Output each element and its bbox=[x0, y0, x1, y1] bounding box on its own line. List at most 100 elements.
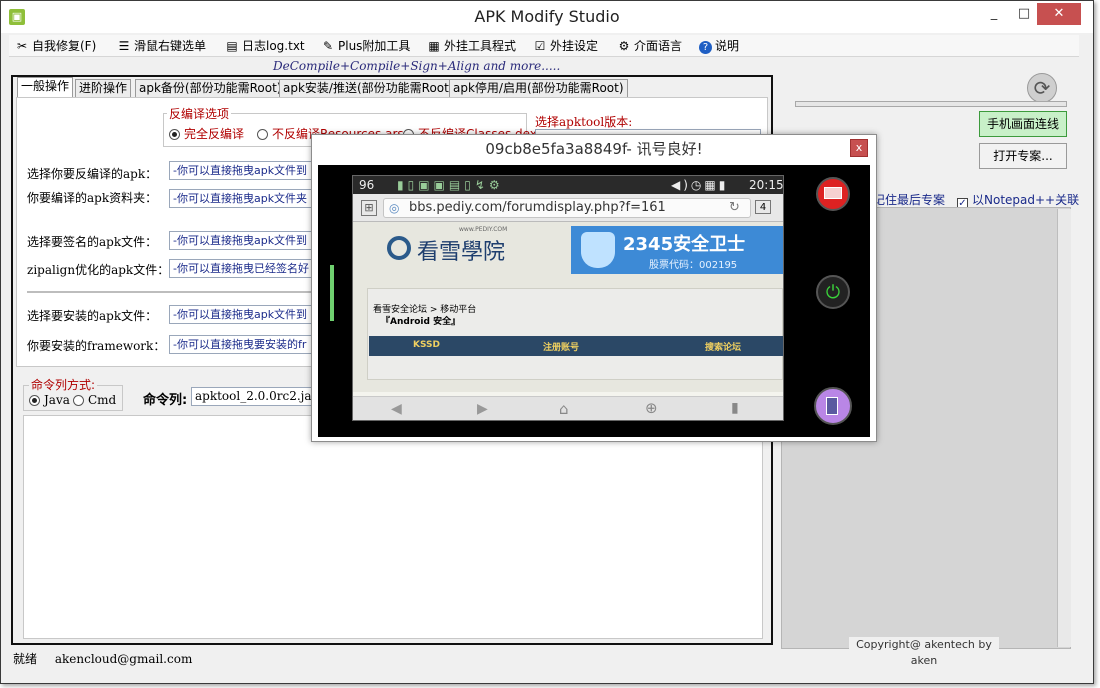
ad-banner[interactable]: 2345安全卫士 股票代码：002195 bbox=[571, 226, 783, 274]
compile-folder-input[interactable]: -你可以直接拖曳apk文件夹 bbox=[169, 189, 315, 208]
notification-icons: ▮▯▣▣▤▯↯⚙ bbox=[397, 178, 504, 192]
status-state: 就绪 bbox=[13, 652, 38, 666]
help-icon: ? bbox=[699, 41, 712, 54]
bookmark-icon[interactable]: ▮ bbox=[731, 400, 739, 416]
radio-selected-icon bbox=[169, 129, 180, 140]
gear-icon: ⚙ bbox=[618, 39, 630, 53]
status-icons: ◀)◷▦▮ bbox=[671, 178, 729, 192]
compile-folder-label: 你要编译的apk资料夹： bbox=[27, 191, 158, 205]
menu-log[interactable]: ▤ 日志log.txt bbox=[225, 37, 304, 55]
open-project-button[interactable]: 打开专案... bbox=[979, 143, 1067, 169]
banner-subtitle: 股票代码：002195 bbox=[649, 260, 738, 271]
menu-help[interactable]: ? 说明 bbox=[699, 37, 739, 55]
app-subtitle: DeCompile+Compile+Sign+Align and more...… bbox=[273, 59, 561, 73]
nav-register[interactable]: 注册账号 bbox=[543, 340, 579, 353]
tab-general[interactable]: 一般操作 bbox=[17, 77, 74, 97]
menu-language[interactable]: ⚙ 介面语言 bbox=[617, 37, 682, 55]
radio-icon bbox=[257, 129, 268, 140]
command-line-label: 命令列: bbox=[143, 393, 188, 408]
sign-apk-input[interactable]: -你可以直接拖曳apk文件到 bbox=[169, 231, 315, 250]
apktool-version-label: 选择apktool版本: bbox=[535, 115, 633, 129]
remember-project-label[interactable]: 记住最后专案 bbox=[873, 191, 945, 208]
dialog-title: 09cb8e5fa3a8849f- 讯号良好! bbox=[485, 140, 703, 158]
web-content: 看雪學院 www.PEDIY.COM 2345安全卫士 股票代码：002195 … bbox=[353, 222, 783, 392]
framework-input[interactable]: -你可以直接拖曳要安装的fr bbox=[169, 335, 315, 354]
right-panel-scrollbar[interactable] bbox=[1057, 209, 1071, 647]
breadcrumb-section[interactable]: 『Android 安全』 bbox=[381, 314, 460, 327]
phone-connect-button[interactable]: 手机画面连线 bbox=[979, 111, 1067, 137]
site-domain: www.PEDIY.COM bbox=[459, 226, 508, 233]
tab-disable[interactable]: apk停用/启用(部份功能需Root) bbox=[449, 79, 628, 97]
menu-self-repair[interactable]: ✂ 自我修复(F) bbox=[15, 37, 96, 55]
document-icon: ▤ bbox=[226, 39, 238, 53]
decompile-apk-label: 选择你要反编译的apk： bbox=[27, 167, 158, 181]
minimize-button[interactable]: _ bbox=[977, 3, 1011, 25]
phone-screen[interactable]: 96 ▮▯▣▣▤▯↯⚙ ◀)◷▦▮ 20:15 ⊞ ◎ bbs.pediy.co… bbox=[352, 175, 784, 421]
refresh-icon[interactable]: ⟳ bbox=[1027, 73, 1057, 103]
phone-soft-keys: ↩ ⌂ ≡ bbox=[783, 176, 784, 421]
nav-search[interactable]: 搜索论坛 bbox=[705, 340, 741, 353]
url-text: bbs.pediy.com/forumdisplay.php?f=161 bbox=[409, 200, 666, 215]
menu-plus-tools[interactable]: ✎ Plus附加工具 bbox=[321, 37, 410, 55]
output-console[interactable] bbox=[23, 415, 763, 639]
radio-selected-icon bbox=[29, 395, 40, 406]
globe-icon: ◎ bbox=[389, 201, 400, 215]
decompile-group-label: 反编译选项 bbox=[167, 105, 232, 122]
mode-cmd[interactable]: Cmd bbox=[73, 393, 116, 407]
sign-apk-label: 选择要签名的apk文件： bbox=[27, 235, 158, 249]
status-bar: 就绪 akencloud@gmail.com bbox=[9, 649, 1091, 669]
volume-indicator bbox=[330, 265, 334, 321]
nav-kssd[interactable]: KSSD bbox=[413, 340, 440, 350]
shield-icon bbox=[581, 232, 615, 268]
framework-label: 你要安装的framework： bbox=[27, 339, 166, 353]
tab-count-icon[interactable]: 4 bbox=[755, 200, 771, 214]
zipalign-apk-input[interactable]: -你可以直接拖曳已经签名好 bbox=[169, 259, 315, 278]
envelope-icon bbox=[824, 187, 842, 199]
browser-nav-bar: ◀ ▶ ⌂ ⊕ ▮ bbox=[353, 396, 783, 420]
home-icon[interactable]: ⌂ bbox=[559, 400, 569, 418]
tab-install[interactable]: apk安装/推送(部份功能需Root) bbox=[279, 79, 458, 97]
decompile-apk-input[interactable]: -你可以直接拖曳apk文件到 bbox=[169, 161, 315, 180]
phone-status-bar: 96 ▮▯▣▣▤▯↯⚙ ◀)◷▦▮ 20:15 bbox=[353, 176, 783, 194]
device-screen-dialog: 09cb8e5fa3a8849f- 讯号良好! x 96 ▮▯▣▣▤▯↯⚙ ◀)… bbox=[311, 134, 877, 442]
menu-bar: ✂ 自我修复(F) ☰ 滑鼠右键选单 ▤ 日志log.txt ✎ Plus附加工具 ▦ 外… bbox=[9, 35, 1079, 57]
phone-time: 20:15 bbox=[749, 178, 784, 192]
site-logo-icon bbox=[387, 236, 411, 260]
zipalign-apk-label: zipalign优化的apk文件： bbox=[27, 263, 170, 277]
close-button[interactable]: ✕ bbox=[1037, 3, 1081, 25]
menu-plugin-settings[interactable]: ☑ 外挂设定 bbox=[533, 37, 598, 55]
title-bar[interactable]: ▣ APK Modify Studio _ □ ✕ bbox=[1, 1, 1093, 33]
browser-menu-icon[interactable]: ⊞ bbox=[361, 200, 377, 216]
reload-icon[interactable]: ↻ bbox=[729, 200, 740, 215]
forward-icon[interactable]: ▶ bbox=[477, 401, 488, 417]
tab-advanced[interactable]: 进阶操作 bbox=[75, 79, 132, 97]
divider bbox=[27, 291, 315, 293]
back-icon[interactable]: ◀ bbox=[391, 401, 402, 417]
maximize-button[interactable]: □ bbox=[1007, 3, 1041, 25]
banner-title: 2345安全卫士 bbox=[623, 234, 746, 255]
tools-icon: ✂ bbox=[16, 39, 28, 53]
install-apk-label: 选择要安装的apk文件： bbox=[27, 309, 158, 323]
keyboard-icon: ▦ bbox=[428, 39, 440, 53]
power-icon[interactable]: ⏻ bbox=[816, 275, 850, 309]
rotate-icon bbox=[826, 397, 838, 415]
browser-url-bar[interactable]: ⊞ ◎ bbs.pediy.com/forumdisplay.php?f=161… bbox=[353, 194, 783, 222]
mode-java[interactable]: Java bbox=[29, 393, 70, 407]
install-apk-input[interactable]: -你可以直接拖曳apk文件到 bbox=[169, 305, 315, 324]
progress-bar bbox=[795, 101, 1067, 107]
checklist-icon: ☑ bbox=[534, 39, 546, 53]
list-icon: ☰ bbox=[118, 39, 130, 53]
option-full-decompile[interactable]: 完全反编译 bbox=[169, 125, 244, 142]
site-name: 看雪學院 bbox=[417, 240, 506, 265]
signal-value: 96 bbox=[359, 178, 375, 192]
dialog-close-button[interactable]: x bbox=[850, 139, 868, 157]
window-title: APK Modify Studio bbox=[474, 7, 620, 26]
command-mode-label: 命令列方式: bbox=[29, 376, 98, 393]
status-email: akencloud@gmail.com bbox=[54, 652, 193, 666]
add-icon[interactable]: ⊕ bbox=[645, 399, 658, 417]
menu-plugin-tools[interactable]: ▦ 外挂工具程式 bbox=[427, 37, 516, 55]
tab-backup[interactable]: apk备份(部份功能需Root) bbox=[135, 79, 286, 97]
menu-context[interactable]: ☰ 滑鼠右键选单 bbox=[117, 37, 206, 55]
pencil-icon: ✎ bbox=[322, 39, 334, 53]
command-line-input[interactable]: apktool_2.0.0rc2.jar -? bbox=[191, 387, 315, 406]
